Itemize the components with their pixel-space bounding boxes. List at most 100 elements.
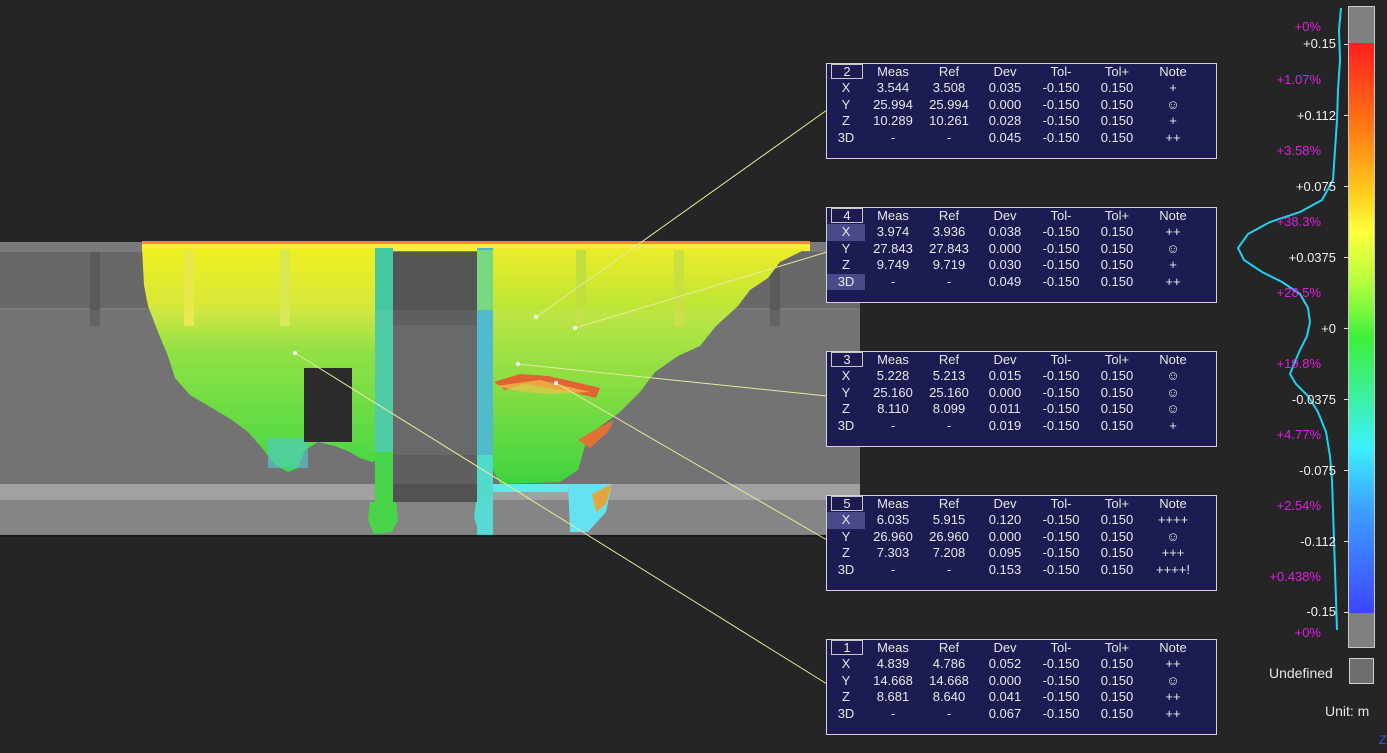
histogram-percent-label: +1.07% [1276,72,1321,87]
measurement-table-5[interactable]: 5 Meas Ref Dev Tol- Tol+ Note X 6.035 5.… [826,495,1217,591]
meas-value: - [890,417,896,433]
scale-value-label: +0.15 [1303,36,1336,51]
ref-value: 3.508 [932,80,966,96]
point-2[interactable] [534,315,538,319]
undefined-label: Undefined [1269,665,1333,681]
note-value: ☺ [1166,384,1180,400]
col-note: Note [1159,208,1187,223]
axis-label: Y [841,672,851,688]
ref-value: 9.719 [932,257,966,273]
axis-label: X [841,368,851,384]
ref-value: 26.960 [929,528,969,544]
point-4[interactable] [573,326,577,330]
meas-value: - [890,561,896,577]
col-tol-minus: Tol- [1050,64,1072,79]
dev-value: 0.038 [988,224,1022,240]
col-dev: Dev [993,640,1017,655]
measurement-table-1[interactable]: 1 Meas Ref Dev Tol- Tol+ Note X 4.839 4.… [826,639,1217,735]
tol-plus-value: 0.150 [1100,528,1134,544]
measurement-table-3[interactable]: 3 Meas Ref Dev Tol- Tol+ Note X 5.228 5.… [826,351,1217,447]
note-value: ☺ [1166,240,1180,256]
col-ref: Ref [938,640,960,655]
meas-value: 14.668 [873,672,913,688]
color-scale-bar[interactable] [1349,43,1374,613]
note-value: + [1169,80,1177,96]
dev-value: 0.045 [988,129,1022,145]
point-id: 5 [831,496,863,511]
col-dev: Dev [993,352,1017,367]
histogram-percent-label: +0% [1294,625,1321,640]
col-tol-minus: Tol- [1050,208,1072,223]
tol-plus-value: 0.150 [1100,545,1134,561]
table-row: 3D - - 0.049 -0.150 0.150 ++ [827,273,1216,290]
note-value: ++ [1165,273,1181,289]
col-meas: Meas [877,640,909,655]
tol-minus-value: -0.150 [1042,129,1080,145]
axis-label: X [827,512,865,529]
ref-value: - [946,561,952,577]
tol-minus-value: -0.150 [1042,257,1080,273]
tol-plus-value: 0.150 [1100,705,1134,721]
axis-label: 3D [837,705,855,721]
table-row: 3D - - 0.019 -0.150 0.150 + [827,418,1216,434]
histogram-percent-label: +4.77% [1276,427,1321,442]
tol-plus-value: 0.150 [1100,689,1134,705]
measurement-table-4[interactable]: 4 Meas Ref Dev Tol- Tol+ Note X 3.974 3.… [826,207,1217,303]
scale-value-label: -0.15 [1306,604,1336,619]
tol-minus-value: -0.150 [1042,672,1080,688]
dev-value: 0.035 [988,80,1022,96]
scale-tick [1344,44,1349,45]
tol-plus-value: 0.150 [1100,273,1134,289]
tol-plus-value: 0.150 [1100,257,1134,273]
dev-value: 0.052 [988,656,1022,672]
note-value: ++++! [1156,561,1190,577]
tol-plus-value: 0.150 [1100,512,1134,528]
tol-plus-value: 0.150 [1100,384,1134,400]
scale-value-label: +0 [1321,321,1336,336]
note-value: ☺ [1166,96,1180,112]
note-value: ++ [1165,656,1181,672]
dev-value: 0.000 [988,384,1022,400]
ref-value: 5.213 [932,368,966,384]
tol-minus-value: -0.150 [1042,273,1080,289]
col-note: Note [1159,352,1187,367]
point-1[interactable] [293,351,297,355]
measurement-table-2[interactable]: 2 Meas Ref Dev Tol- Tol+ Note X 3.544 3.… [826,63,1217,159]
scale-tick [1344,399,1349,400]
ref-value: 7.208 [932,545,966,561]
scale-tick [1344,257,1349,258]
note-value: ++ [1165,129,1181,145]
dev-value: 0.067 [988,705,1022,721]
tol-plus-value: 0.150 [1100,96,1134,112]
note-value: + [1169,113,1177,129]
undefined-color-swatch[interactable] [1349,658,1374,684]
axis-label: Z [842,257,850,273]
table-row: Y 27.843 27.843 0.000 -0.150 0.150 ☺ [827,241,1216,257]
tol-minus-value: -0.150 [1042,656,1080,672]
note-value: ++++ [1157,512,1189,528]
meas-value: 7.303 [876,545,910,561]
axis-label: Y [841,96,851,112]
histogram-percent-label: +28.5% [1276,285,1321,300]
point-id: 3 [831,352,863,367]
meas-value: 4.839 [876,656,910,672]
axis-label: Z [842,401,850,417]
tol-plus-value: 0.150 [1100,368,1134,384]
ref-value: - [946,705,952,721]
table-header-row: 1 Meas Ref Dev Tol- Tol+ Note [827,640,1216,656]
histogram-percent-label: +0% [1294,19,1321,34]
scale-tick [1344,328,1349,329]
tol-minus-value: -0.150 [1042,80,1080,96]
dev-value: 0.000 [988,528,1022,544]
tol-plus-value: 0.150 [1100,113,1134,129]
tol-minus-value: -0.150 [1042,368,1080,384]
point-5[interactable] [554,381,558,385]
axis-label: Z [842,689,850,705]
ref-value: - [946,417,952,433]
point-3[interactable] [516,362,520,366]
col-tol-plus: Tol+ [1104,640,1130,655]
col-note: Note [1159,64,1187,79]
tol-minus-value: -0.150 [1042,240,1080,256]
table-row: X 3.544 3.508 0.035 -0.150 0.150 + [827,80,1216,96]
table-header-row: 2 Meas Ref Dev Tol- Tol+ Note [827,64,1216,80]
